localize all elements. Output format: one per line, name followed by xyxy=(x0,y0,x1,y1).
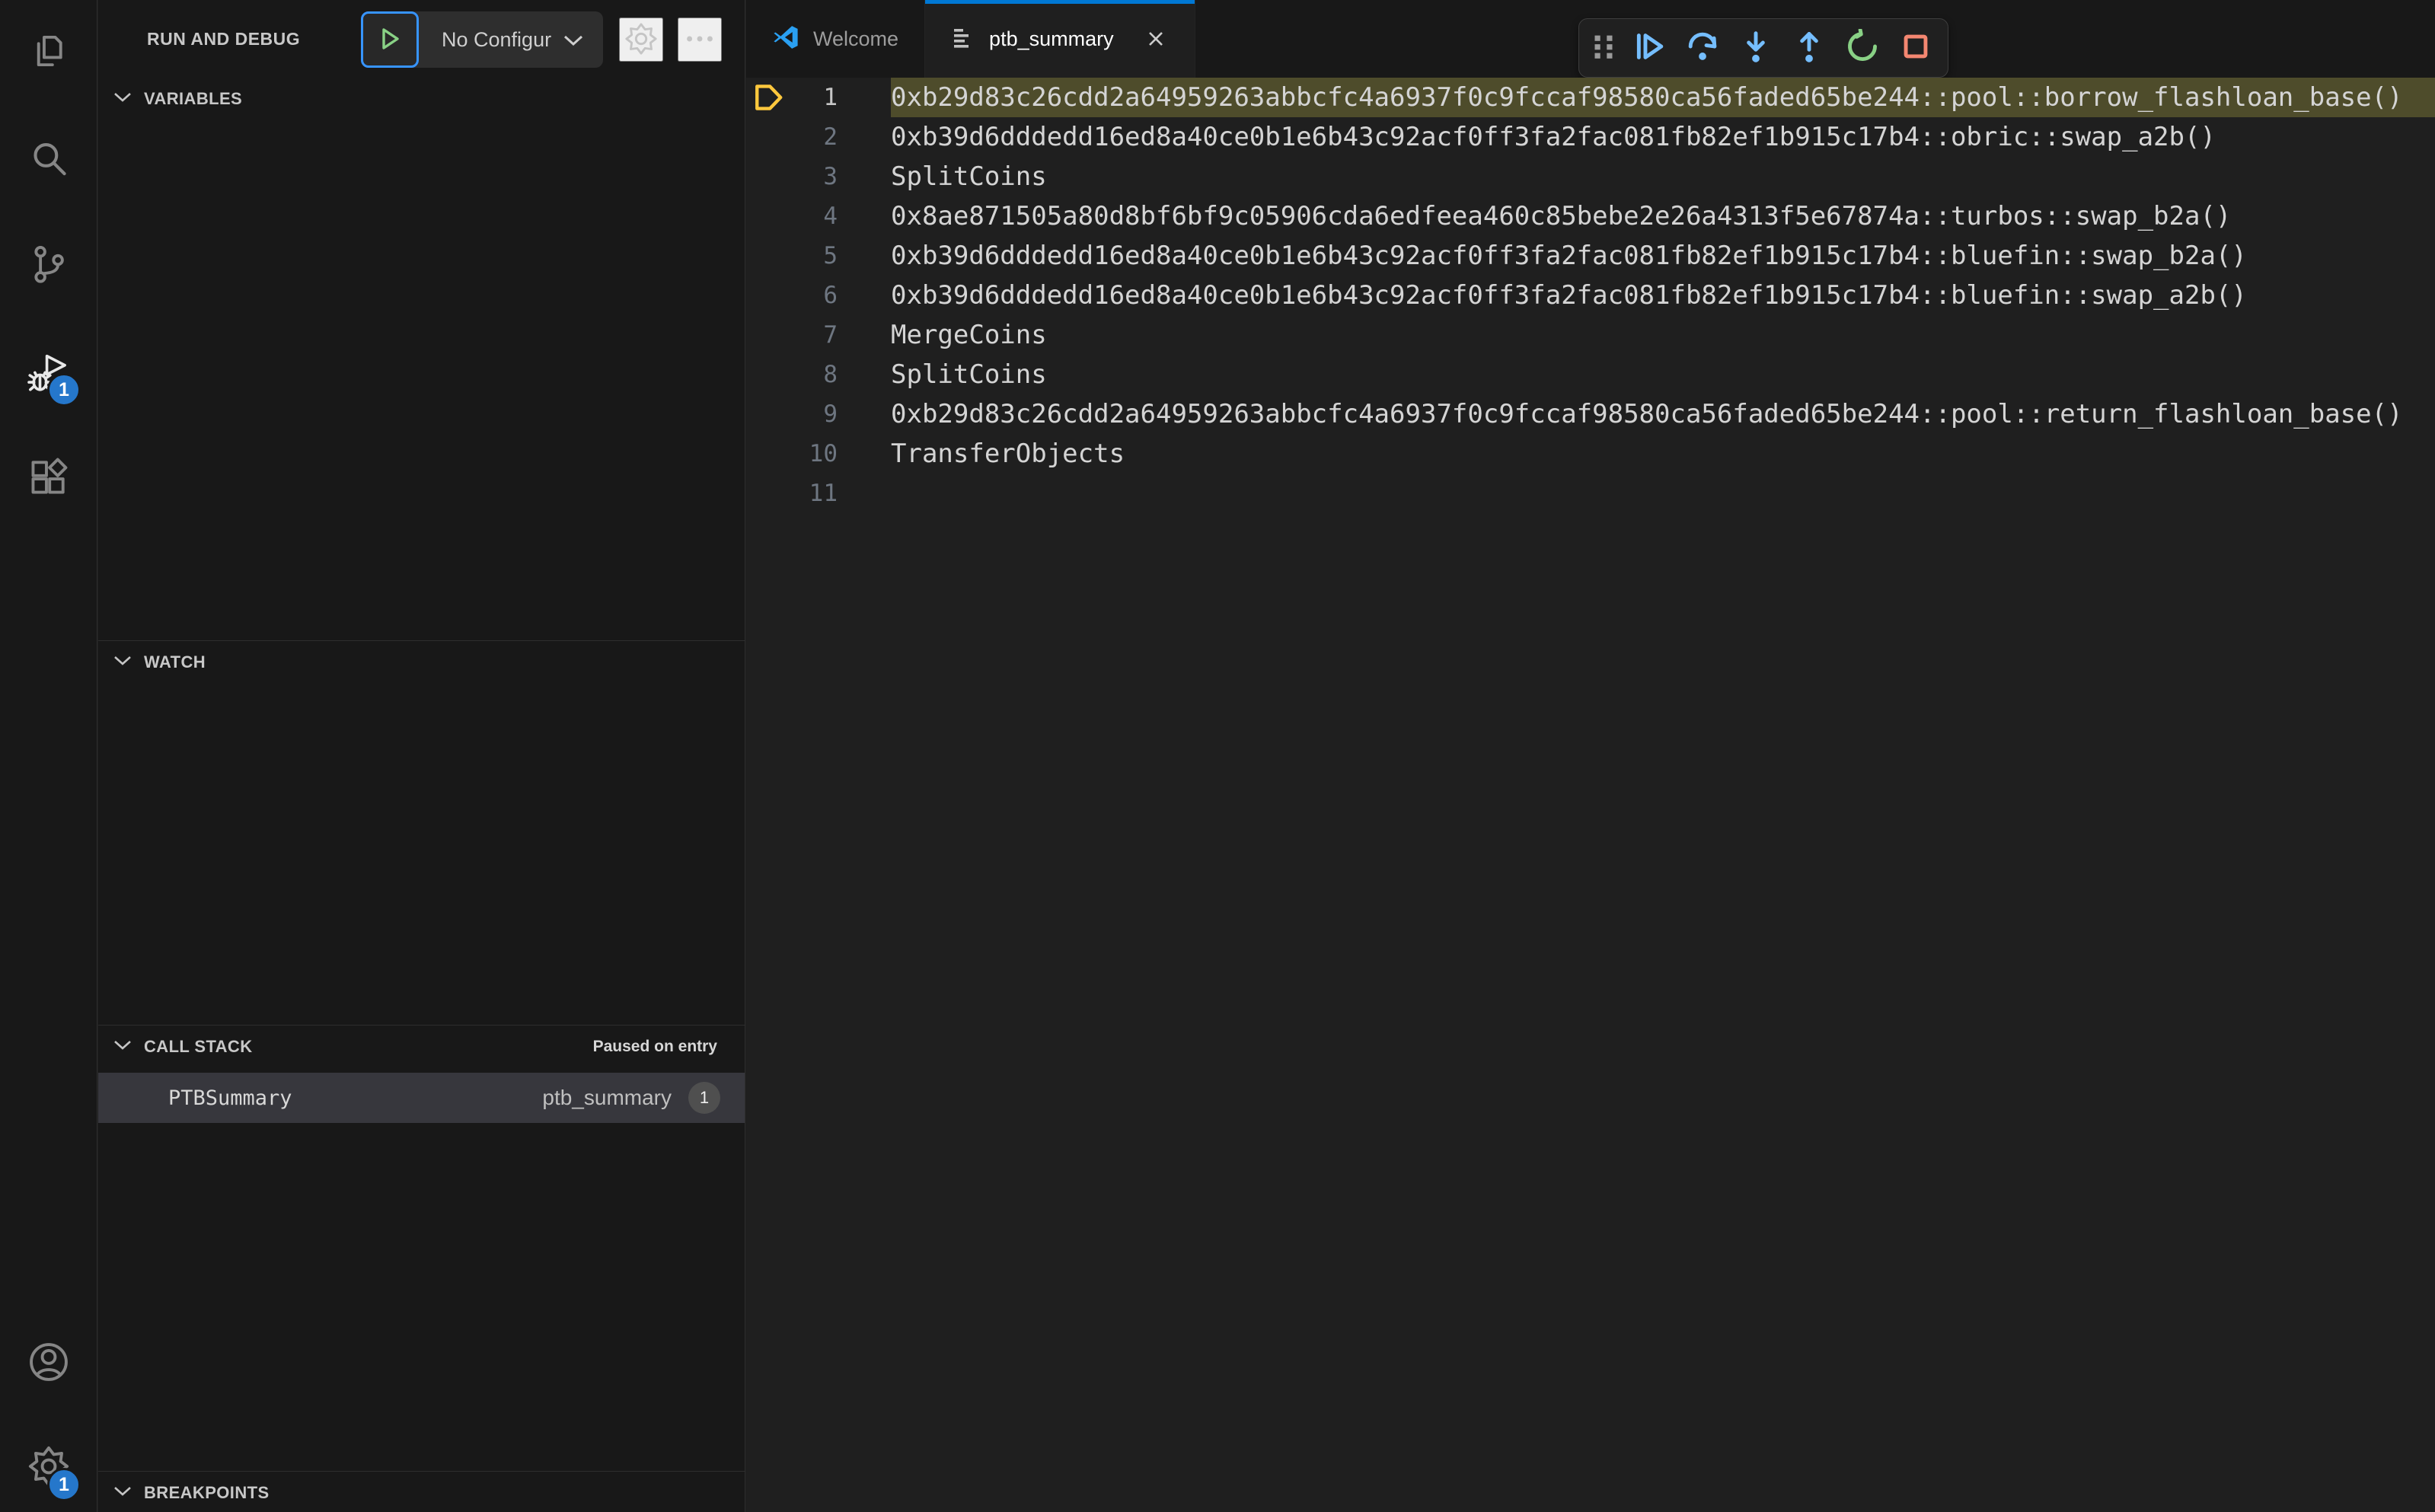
code-line: 1 0xb29d83c26cdd2a64959263abbcfc4a6937f0… xyxy=(746,78,2435,117)
chevron-down-icon xyxy=(563,28,583,52)
chevron-down-icon xyxy=(113,1039,132,1054)
step-over-button[interactable] xyxy=(1678,24,1727,72)
chevron-down-icon xyxy=(113,1485,132,1501)
step-over-icon xyxy=(1685,29,1720,68)
stack-frame-badge: 1 xyxy=(688,1082,720,1114)
settings-badge: 1 xyxy=(47,1468,81,1501)
section-label: CALL STACK xyxy=(144,1037,253,1056)
line-number[interactable]: 5 xyxy=(792,236,838,276)
debug-launch-control: No Configur xyxy=(361,11,604,68)
activity-item-account[interactable] xyxy=(0,1324,97,1403)
line-number[interactable]: 4 xyxy=(792,196,838,236)
activity-item-search[interactable] xyxy=(0,122,97,201)
search-icon xyxy=(27,138,71,186)
line-number[interactable]: 9 xyxy=(792,394,838,434)
line-number[interactable]: 1 xyxy=(792,78,838,117)
section-watch[interactable]: WATCH xyxy=(98,641,745,684)
vscode-logo-icon xyxy=(772,24,799,55)
activity-item-source-control[interactable] xyxy=(0,226,97,305)
activity-bar: 1 1 xyxy=(0,0,97,1512)
activity-item-explorer[interactable] xyxy=(0,13,97,92)
code-line: 9 0xb29d83c26cdd2a64959263abbcfc4a6937f0… xyxy=(746,394,2435,434)
chevron-down-icon xyxy=(113,655,132,670)
code-line: 2 0xb39d6dddedd16ed8a40ce0b1e6b43c92acf0… xyxy=(746,117,2435,157)
debug-current-line-pointer-icon xyxy=(746,78,792,117)
section-variables[interactable]: VARIABLES xyxy=(98,78,745,120)
source-control-icon xyxy=(27,242,71,290)
files-icon xyxy=(27,29,71,77)
call-stack-frame-row[interactable]: PTBSummary ptb_summary 1 xyxy=(98,1073,745,1123)
section-label: VARIABLES xyxy=(144,89,243,108)
close-icon[interactable] xyxy=(1143,26,1169,52)
tab-welcome[interactable]: Welcome xyxy=(746,0,926,78)
list-icon xyxy=(951,25,975,53)
toolbar-drag-handle[interactable] xyxy=(1587,24,1620,72)
vscode-window: 1 1 RUN AND DEBUG No Configur VARIABLES … xyxy=(0,0,2435,1512)
code-line: 10 TransferObjects xyxy=(746,434,2435,474)
ellipsis-icon xyxy=(682,21,717,59)
tab-ptb-summary[interactable]: ptb_summary xyxy=(925,0,1195,78)
line-number[interactable]: 3 xyxy=(792,157,838,196)
section-breakpoints[interactable]: BREAKPOINTS xyxy=(98,1472,745,1512)
continue-icon xyxy=(1632,29,1667,68)
code-line: 8 SplitCoins xyxy=(746,355,2435,394)
code-line: 3 SplitCoins xyxy=(746,157,2435,196)
account-icon xyxy=(27,1340,71,1388)
views-more-actions-button[interactable] xyxy=(678,18,722,62)
step-out-button[interactable] xyxy=(1785,24,1833,72)
restart-icon xyxy=(1845,27,1880,68)
start-debugging-button[interactable] xyxy=(361,11,419,68)
debug-toolbar xyxy=(1578,18,1948,78)
sidebar-header: RUN AND DEBUG No Configur xyxy=(98,0,745,78)
step-into-icon xyxy=(1738,29,1773,68)
section-label: BREAKPOINTS xyxy=(144,1483,270,1502)
code-line: 7 MergeCoins xyxy=(746,315,2435,355)
activity-item-settings[interactable]: 1 xyxy=(0,1428,97,1507)
line-number[interactable]: 7 xyxy=(792,315,838,355)
tab-label: Welcome xyxy=(813,27,899,50)
step-into-button[interactable] xyxy=(1731,24,1780,72)
debug-gear-button[interactable] xyxy=(619,18,663,62)
code-editor[interactable]: 1 0xb29d83c26cdd2a64959263abbcfc4a6937f0… xyxy=(746,78,2435,1512)
chevron-down-icon xyxy=(113,91,132,107)
sidebar-title: RUN AND DEBUG xyxy=(147,28,301,49)
line-number[interactable]: 2 xyxy=(792,117,838,157)
stop-button[interactable] xyxy=(1891,24,1940,72)
line-number[interactable]: 6 xyxy=(792,276,838,315)
activity-item-run-and-debug[interactable]: 1 xyxy=(0,335,97,414)
stop-icon xyxy=(1898,29,1933,68)
code-line: 5 0xb39d6dddedd16ed8a40ce0b1e6b43c92acf0… xyxy=(746,236,2435,276)
continue-button[interactable] xyxy=(1625,24,1674,72)
code-line: 6 0xb39d6dddedd16ed8a40ce0b1e6b43c92acf0… xyxy=(746,276,2435,315)
code-line: 4 0x8ae871505a80d8bf6bf9c05906cda6edfeea… xyxy=(746,196,2435,236)
stack-frame-name: PTBSummary xyxy=(168,1086,292,1110)
stack-frame-source: ptb_summary xyxy=(542,1086,672,1109)
step-out-icon xyxy=(1792,29,1827,68)
line-number[interactable]: 11 xyxy=(792,474,838,513)
line-number[interactable]: 8 xyxy=(792,355,838,394)
section-call-stack[interactable]: CALL STACK Paused on entry xyxy=(98,1026,745,1068)
activity-item-extensions[interactable] xyxy=(0,439,97,518)
code-line: 11 xyxy=(746,474,2435,513)
section-label: WATCH xyxy=(144,652,206,671)
gear-icon xyxy=(624,21,659,59)
extensions-icon xyxy=(27,455,71,502)
editor-area: Welcome ptb_summary 1 0xb29d83c26cdd2a64… xyxy=(746,0,2435,1512)
debug-config-dropdown[interactable]: No Configur xyxy=(419,11,603,68)
debug-config-label: No Configur xyxy=(442,27,552,51)
debug-sidebar: RUN AND DEBUG No Configur VARIABLES WATC… xyxy=(98,0,745,1512)
tab-label: ptb_summary xyxy=(989,27,1114,50)
line-number[interactable]: 10 xyxy=(792,434,838,474)
restart-button[interactable] xyxy=(1838,24,1887,72)
gripper-icon xyxy=(1586,29,1621,68)
play-icon xyxy=(377,26,403,54)
debug-badge: 1 xyxy=(47,373,81,407)
pause-status: Paused on entry xyxy=(592,1038,717,1055)
